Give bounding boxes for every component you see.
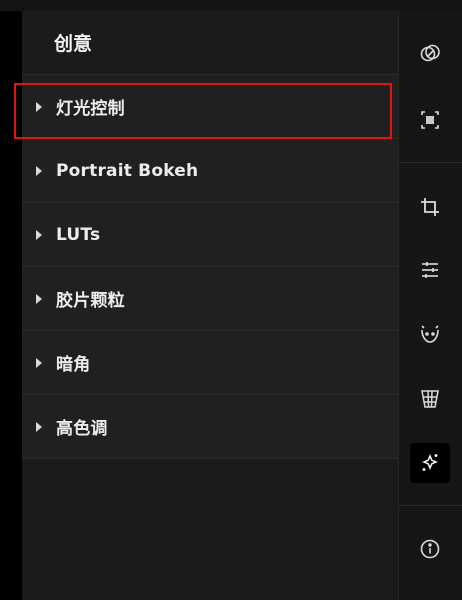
select-frame-icon bbox=[421, 111, 439, 129]
section-film-grain[interactable]: 胶片颗粒 bbox=[22, 267, 398, 331]
panel-empty-area bbox=[22, 459, 398, 594]
info-icon bbox=[420, 539, 440, 559]
creative-panel: 创意 灯光控制 Portrait Bokeh LUTs 胶片颗粒 暗角 高色调 bbox=[14, 11, 398, 600]
face-retouch-tool[interactable] bbox=[410, 314, 450, 354]
expand-caret-icon bbox=[36, 293, 42, 304]
adjust-tool[interactable] bbox=[410, 250, 450, 290]
panel-title: 创意 bbox=[22, 11, 398, 75]
info-tool[interactable] bbox=[410, 529, 450, 569]
section-portrait-bokeh[interactable]: Portrait Bokeh bbox=[22, 139, 398, 203]
section-vignette[interactable]: 暗角 bbox=[22, 331, 398, 395]
perspective-grid-icon bbox=[421, 390, 439, 408]
section-high-key[interactable]: 高色调 bbox=[22, 395, 398, 459]
expand-caret-icon bbox=[36, 165, 42, 176]
expand-caret-icon bbox=[36, 357, 42, 368]
toolbar-divider bbox=[399, 162, 462, 163]
expand-caret-icon bbox=[36, 229, 42, 240]
face-retouch-icon bbox=[421, 325, 439, 343]
section-label: 暗角 bbox=[56, 355, 91, 375]
section-label: Portrait Bokeh bbox=[56, 160, 199, 181]
expand-caret-icon bbox=[36, 101, 42, 112]
crop-tool[interactable] bbox=[410, 187, 450, 227]
select-frame-tool[interactable] bbox=[410, 100, 450, 140]
section-label: LUTs bbox=[56, 224, 101, 245]
section-luts[interactable]: LUTs bbox=[22, 203, 398, 267]
crop-icon bbox=[421, 198, 439, 216]
section-lighting-control[interactable]: 灯光控制 bbox=[14, 75, 398, 139]
canvas-edge bbox=[0, 11, 22, 600]
adjust-sliders-icon bbox=[422, 262, 438, 278]
section-label: 灯光控制 bbox=[56, 99, 125, 119]
right-toolbar bbox=[398, 11, 462, 600]
overlap-circles-tool[interactable] bbox=[410, 34, 450, 74]
creative-tool[interactable] bbox=[410, 443, 450, 483]
toolbar-divider bbox=[399, 505, 462, 506]
perspective-tool[interactable] bbox=[410, 379, 450, 419]
sparkle-icon bbox=[421, 453, 439, 471]
overlap-circles-icon bbox=[420, 44, 440, 62]
section-label: 高色调 bbox=[56, 419, 108, 439]
expand-caret-icon bbox=[36, 421, 42, 432]
section-label: 胶片颗粒 bbox=[56, 291, 125, 311]
